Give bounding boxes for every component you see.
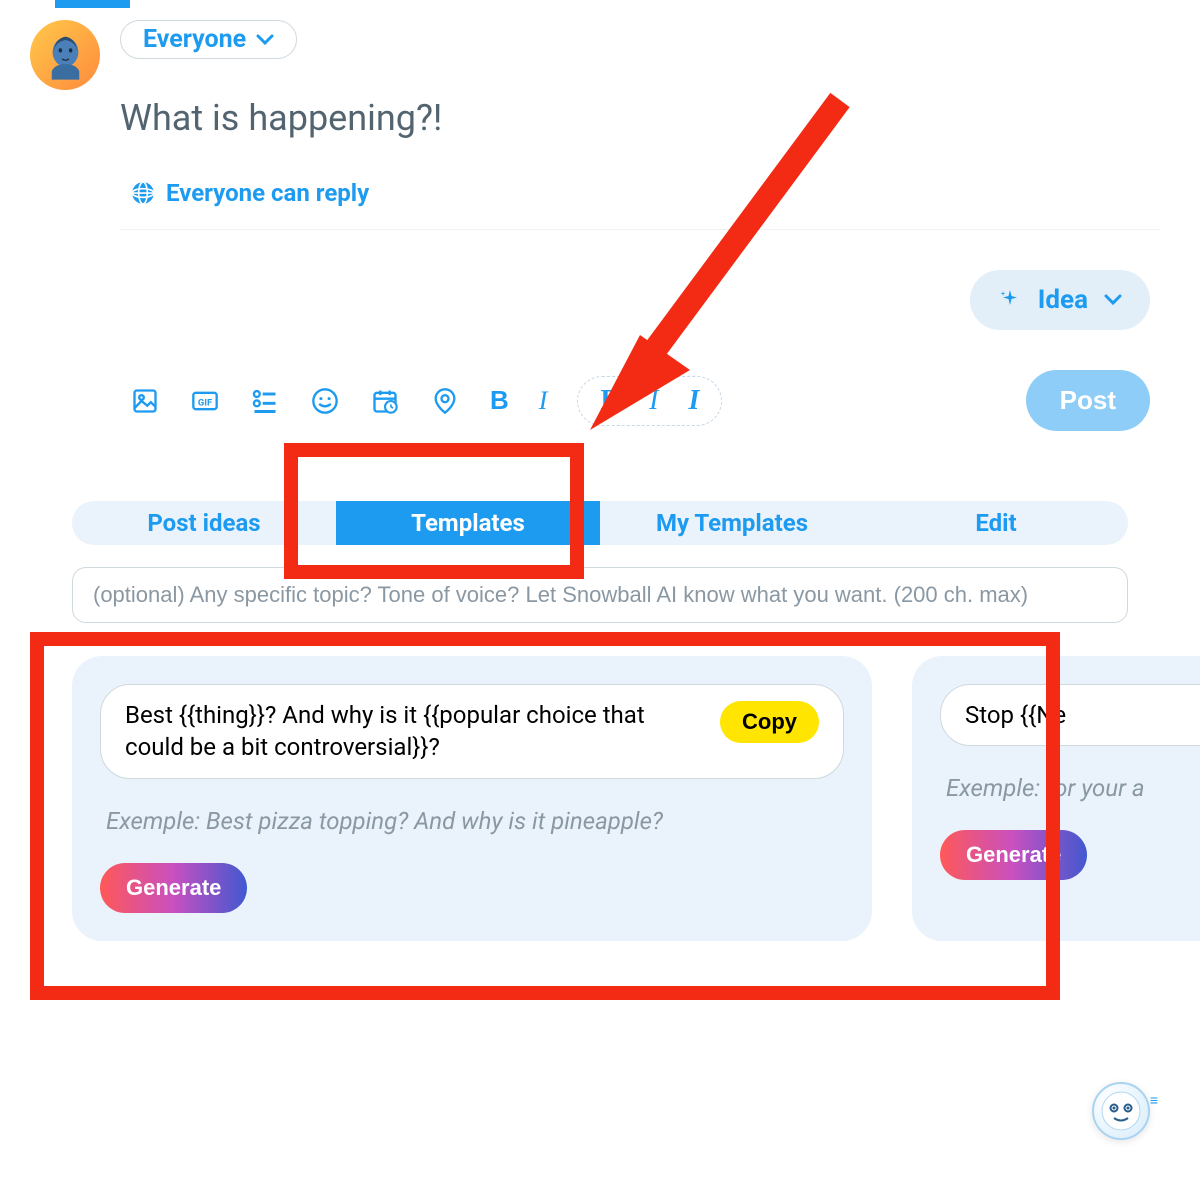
- composer-region: Everyone What is happening?! Everyone ca…: [0, 0, 1200, 431]
- idea-dropdown[interactable]: Idea: [970, 270, 1150, 330]
- schedule-icon[interactable]: [370, 386, 400, 416]
- poll-icon[interactable]: [250, 386, 280, 416]
- format-group: B I I: [577, 376, 722, 426]
- avatar[interactable]: [30, 20, 100, 90]
- tabs-area: Post ideas Templates My Templates Edit: [72, 501, 1128, 545]
- template-pill: Best {{thing}}? And why is it {{popular …: [100, 684, 844, 779]
- sparkle-icon: [998, 288, 1022, 312]
- emoji-icon[interactable]: [310, 386, 340, 416]
- composer-toolbar: GIF B I B I I: [120, 370, 1160, 431]
- tab-post-ideas[interactable]: Post ideas: [72, 501, 336, 545]
- post-button[interactable]: Post: [1026, 370, 1150, 431]
- template-card: Stop {{Ne Exemple: for your a Generate: [912, 656, 1200, 941]
- chat-bubble-icon[interactable]: ≡: [1092, 1082, 1150, 1140]
- template-cards-area: Best {{thing}}? And why is it {{popular …: [30, 632, 1170, 1020]
- template-example: Exemple: Best pizza topping? And why is …: [100, 807, 844, 835]
- bold-icon[interactable]: B: [490, 385, 509, 416]
- template-example: Exemple: for your a: [940, 774, 1200, 802]
- topic-input[interactable]: [72, 567, 1128, 623]
- template-pill: Stop {{Ne: [940, 684, 1200, 746]
- composer-body: Everyone What is happening?! Everyone ca…: [120, 20, 1160, 431]
- generate-button[interactable]: Generate: [940, 830, 1087, 880]
- italic-serif-icon[interactable]: I: [649, 385, 658, 417]
- image-icon[interactable]: [130, 386, 160, 416]
- chevron-down-icon: [256, 34, 274, 46]
- audience-label: Everyone: [143, 25, 246, 54]
- generate-button[interactable]: Generate: [100, 863, 247, 913]
- tab-my-templates[interactable]: My Templates: [600, 501, 864, 545]
- compose-placeholder[interactable]: What is happening?!: [120, 97, 1160, 139]
- template-card: Best {{thing}}? And why is it {{popular …: [72, 656, 872, 941]
- divider: [120, 229, 1160, 230]
- reply-settings[interactable]: Everyone can reply: [120, 179, 1160, 207]
- tab-templates[interactable]: Templates: [336, 501, 600, 545]
- template-text: Stop {{Ne: [965, 699, 1200, 731]
- chevron-down-icon: [1104, 294, 1122, 306]
- italic-icon[interactable]: I: [539, 386, 548, 416]
- copy-button[interactable]: Copy: [720, 701, 819, 743]
- tab-bar: Post ideas Templates My Templates Edit: [72, 501, 1128, 545]
- svg-text:GIF: GIF: [198, 397, 212, 408]
- globe-icon: [130, 180, 156, 206]
- location-icon[interactable]: [430, 386, 460, 416]
- tab-edit[interactable]: Edit: [864, 501, 1128, 545]
- bold-italic-serif-icon[interactable]: I: [688, 385, 699, 417]
- gif-icon[interactable]: GIF: [190, 386, 220, 416]
- top-accent-bar: [55, 0, 130, 8]
- bold-serif-icon[interactable]: B: [600, 385, 619, 417]
- reply-label: Everyone can reply: [166, 179, 369, 207]
- avatar-image: [38, 28, 93, 83]
- template-text: Best {{thing}}? And why is it {{popular …: [125, 699, 704, 764]
- audience-selector[interactable]: Everyone: [120, 20, 297, 59]
- idea-label: Idea: [1038, 285, 1088, 315]
